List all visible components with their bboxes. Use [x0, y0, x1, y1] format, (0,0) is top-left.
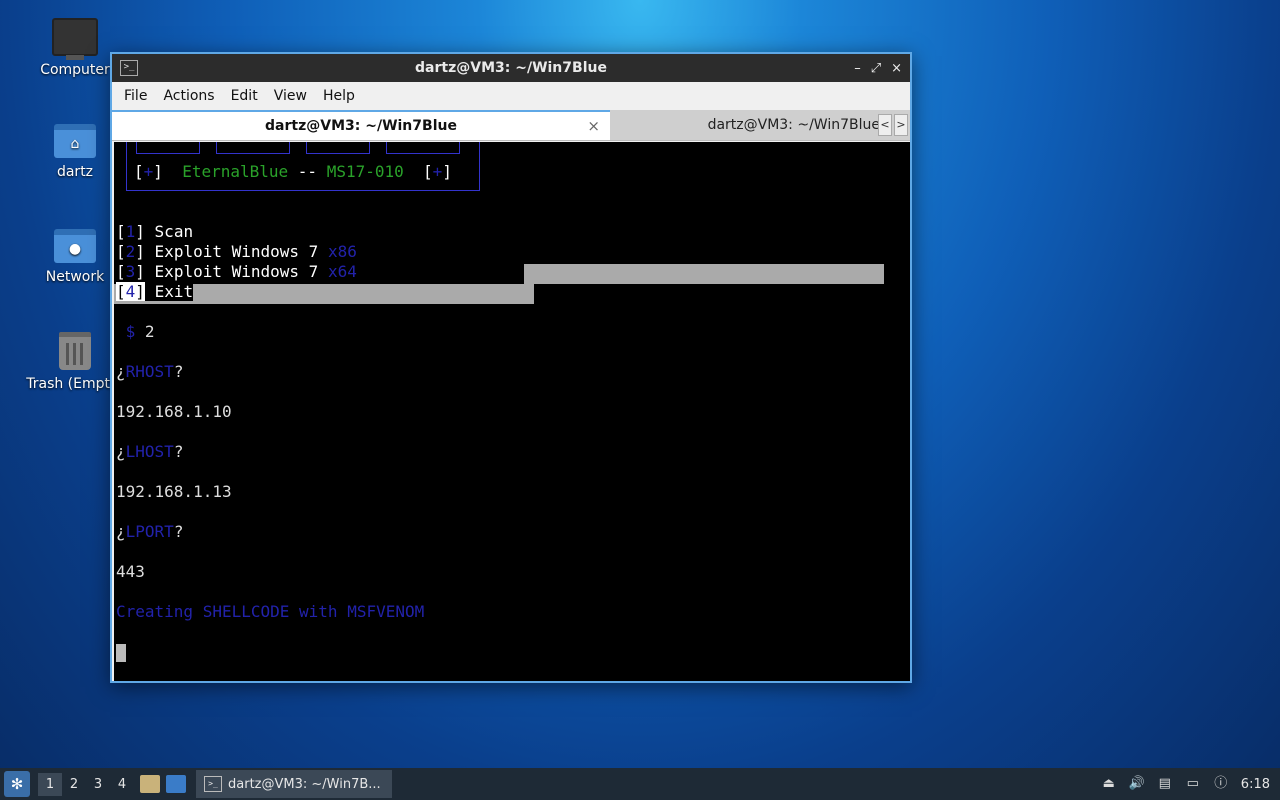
- tab-scroll-left-icon[interactable]: <: [878, 114, 892, 136]
- tab-label: dartz@VM3: ~/Win7Blue: [707, 117, 880, 133]
- question-rhost: ¿RHOST?: [116, 362, 184, 381]
- workspace-3[interactable]: 3: [86, 773, 110, 796]
- clock[interactable]: 6:18: [1241, 777, 1270, 792]
- workspace-4[interactable]: 4: [110, 773, 134, 796]
- tab-label: dartz@VM3: ~/Win7Blue: [265, 118, 457, 134]
- workspace-2[interactable]: 2: [62, 773, 86, 796]
- menu-edit[interactable]: Edit: [223, 88, 266, 104]
- window-titlebar[interactable]: >_ dartz@VM3: ~/Win7Blue – ⤢ ×: [112, 54, 910, 82]
- tab-bar: dartz@VM3: ~/Win7Blue × dartz@VM3: ~/Win…: [112, 110, 910, 141]
- eject-icon[interactable]: ⏏: [1101, 776, 1117, 792]
- menu-file[interactable]: File: [116, 88, 155, 104]
- file-manager-icon[interactable]: [140, 775, 160, 793]
- terminal-icon[interactable]: >_: [120, 60, 138, 76]
- terminal-window: >_ dartz@VM3: ~/Win7Blue – ⤢ × File Acti…: [110, 52, 912, 683]
- network-icon[interactable]: ▭: [1185, 776, 1201, 792]
- answer-lhost: 192.168.1.13: [116, 482, 232, 501]
- menu-bar: File Actions Edit View Help: [112, 82, 910, 110]
- answer-lport: 443: [116, 562, 145, 581]
- home-folder-icon: ⌂: [54, 124, 96, 158]
- notification-icon[interactable]: ⓘ: [1213, 776, 1229, 792]
- close-button[interactable]: ×: [891, 61, 902, 76]
- computer-icon: [52, 18, 98, 60]
- menu-actions[interactable]: Actions: [155, 88, 222, 104]
- menu-option-exit: [4] Exit: [116, 282, 194, 301]
- prompt-line: $ 2: [125, 322, 155, 341]
- clipboard-icon[interactable]: ▤: [1157, 776, 1173, 792]
- taskbar-terminal-task[interactable]: >_ dartz@VM3: ~/Win7B...: [196, 770, 392, 798]
- maximize-button[interactable]: ⤢: [871, 61, 881, 76]
- menu-option-exploit-x64: [3] Exploit Windows 7 x64: [116, 262, 357, 281]
- question-lhost: ¿LHOST?: [116, 442, 184, 461]
- workspace-1[interactable]: 1: [38, 772, 62, 796]
- answer-rhost: 192.168.1.10: [116, 402, 232, 421]
- trash-icon: [59, 332, 91, 370]
- menu-view[interactable]: View: [266, 88, 315, 104]
- volume-icon[interactable]: 🔊: [1129, 776, 1145, 792]
- minimize-button[interactable]: –: [854, 61, 861, 76]
- question-lport: ¿LPORT?: [116, 522, 184, 541]
- task-label: dartz@VM3: ~/Win7B...: [228, 776, 381, 792]
- terminal-output[interactable]: [+] EternalBlue -- MS17-010 [+] [1] Scan…: [114, 142, 910, 681]
- start-menu-icon[interactable]: ✻: [4, 771, 30, 797]
- terminal-icon: >_: [204, 776, 222, 792]
- text-cursor: [116, 644, 126, 662]
- taskbar: ✻ 1 2 3 4 >_ dartz@VM3: ~/Win7B... ⏏ 🔊 ▤…: [0, 768, 1280, 800]
- tab-active[interactable]: dartz@VM3: ~/Win7Blue ×: [112, 110, 610, 140]
- menu-option-scan: [1] Scan: [116, 222, 194, 241]
- tab-inactive[interactable]: dartz@VM3: ~/Win7Blue < >: [610, 110, 910, 140]
- system-tray: ⏏ 🔊 ▤ ▭ ⓘ 6:18: [1101, 776, 1270, 792]
- network-folder-icon: ●: [54, 229, 96, 263]
- selection-highlight: [524, 264, 884, 284]
- tab-close-icon[interactable]: ×: [587, 117, 600, 135]
- menu-help[interactable]: Help: [315, 88, 363, 104]
- workspace-switcher: 1 2 3 4: [38, 772, 134, 796]
- banner-title: [+] EternalBlue -- MS17-010 [+]: [134, 162, 452, 181]
- show-desktop-icon[interactable]: [166, 775, 186, 793]
- menu-option-exploit-x86: [2] Exploit Windows 7 x86: [116, 242, 357, 261]
- tab-scroll-right-icon[interactable]: >: [894, 114, 908, 136]
- status-message: Creating SHELLCODE with MSFVENOM: [116, 602, 425, 621]
- window-title: dartz@VM3: ~/Win7Blue: [415, 60, 607, 76]
